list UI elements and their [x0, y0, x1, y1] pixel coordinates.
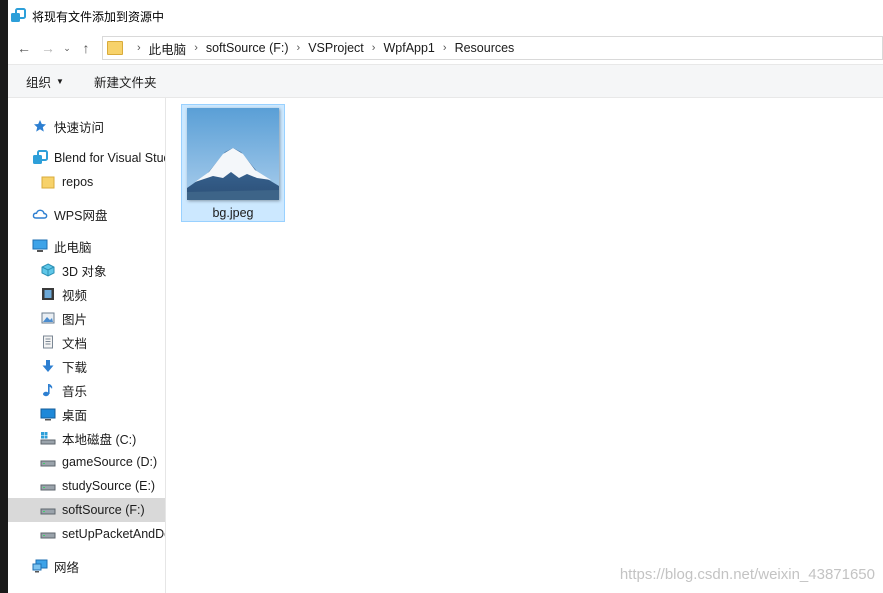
navigation-pane[interactable]: 快速访问 Blend for Visual Studio repos WPS网盘 — [8, 98, 166, 593]
sidebar-item-label: 下载 — [62, 360, 88, 375]
music-icon — [40, 382, 56, 398]
sidebar-item-label: repos — [62, 175, 94, 189]
sidebar-item-documents[interactable]: 文档 — [8, 330, 165, 354]
chevron-right-icon: › — [296, 42, 301, 54]
title-bar: 将现有文件添加到资源中 — [8, 0, 883, 32]
app-icon — [10, 8, 26, 24]
breadcrumb-item[interactable]: softSource (F:) — [206, 41, 289, 55]
sidebar-item-blend[interactable]: Blend for Visual Studio — [8, 146, 165, 170]
picture-icon — [40, 310, 56, 326]
sidebar-item-drive-f[interactable]: softSource (F:) — [8, 498, 165, 522]
folder-icon — [107, 41, 123, 55]
forward-button[interactable]: → — [36, 36, 60, 60]
computer-icon — [32, 238, 48, 254]
sidebar-item-music[interactable]: 音乐 — [8, 378, 165, 402]
sidebar-item-repos[interactable]: repos — [8, 170, 165, 194]
sidebar-item-label: gameSource (D:) — [62, 455, 158, 469]
up-button[interactable]: ↑ — [74, 36, 98, 60]
sidebar-item-label: 此电脑 — [54, 240, 92, 255]
sidebar-item-label: 音乐 — [62, 384, 88, 399]
file-list-pane[interactable]: bg.jpeg https://blog.csdn.net/weixin_438… — [166, 98, 883, 593]
organize-button[interactable]: 组织 ▼ — [26, 72, 64, 91]
system-drive-icon — [40, 430, 56, 446]
sidebar-item-quick-access[interactable]: 快速访问 — [8, 114, 165, 138]
download-icon — [40, 358, 56, 374]
drive-icon — [40, 502, 56, 518]
sidebar-item-label: 快速访问 — [54, 120, 105, 135]
desktop-icon — [40, 406, 56, 422]
sidebar-item-label: 网络 — [54, 560, 80, 575]
sidebar-item-label: 视频 — [62, 288, 88, 303]
sidebar-item-label: setUpPacketAndDocument (G:) — [62, 527, 165, 541]
document-icon — [40, 334, 56, 350]
video-icon — [40, 286, 56, 302]
chevron-right-icon: › — [194, 42, 198, 54]
navigation-bar: ← → ⌄ ↑ › 此电脑 › softSource (F:) › VSProj… — [8, 32, 883, 64]
back-button[interactable]: ← — [12, 36, 36, 60]
sidebar-item-3d-objects[interactable]: 3D 对象 — [8, 258, 165, 282]
window-title: 将现有文件添加到资源中 — [32, 9, 165, 24]
chevron-right-icon: › — [371, 42, 376, 54]
network-icon — [32, 558, 48, 574]
caret-down-icon: ▼ — [56, 76, 64, 86]
breadcrumb-item[interactable]: WpfApp1 — [383, 41, 434, 55]
file-name: bg.jpeg — [212, 206, 254, 220]
sidebar-item-drive-c[interactable]: 本地磁盘 (C:) — [8, 426, 165, 450]
star-icon — [32, 118, 48, 134]
recent-locations-button[interactable]: ⌄ — [60, 36, 74, 60]
cube-icon — [40, 262, 56, 278]
sidebar-item-label: 3D 对象 — [62, 264, 107, 279]
sidebar-item-label: studySource (E:) — [62, 479, 156, 493]
sidebar-item-label: 本地磁盘 (C:) — [62, 432, 137, 447]
sidebar-item-drive-e[interactable]: studySource (E:) — [8, 474, 165, 498]
address-bar[interactable]: › 此电脑 › softSource (F:) › VSProject › Wp… — [102, 36, 883, 60]
file-item[interactable]: bg.jpeg — [181, 104, 285, 222]
folder-icon — [40, 174, 56, 190]
sidebar-item-desktop[interactable]: 桌面 — [8, 402, 165, 426]
command-bar: 组织 ▼ 新建文件夹 — [8, 64, 883, 98]
sidebar-item-drive-g[interactable]: setUpPacketAndDocument (G:) — [8, 522, 165, 546]
sidebar-item-label: 图片 — [62, 312, 88, 327]
file-dialog-window: 将现有文件添加到资源中 ← → ⌄ ↑ › 此电脑 › softSource (… — [8, 0, 883, 593]
breadcrumb-item[interactable]: 此电脑 — [149, 39, 187, 58]
watermark: https://blog.csdn.net/weixin_43871650 — [619, 566, 875, 583]
sidebar-item-downloads[interactable]: 下载 — [8, 354, 165, 378]
cloud-icon — [32, 206, 48, 222]
sidebar-item-videos[interactable]: 视频 — [8, 282, 165, 306]
chevron-right-icon: › — [137, 42, 141, 54]
image-thumbnail — [187, 108, 279, 200]
blend-icon — [32, 150, 48, 166]
sidebar-item-label: 文档 — [62, 336, 88, 351]
dialog-body: 快速访问 Blend for Visual Studio repos WPS网盘 — [8, 98, 883, 593]
breadcrumb-item[interactable]: Resources — [455, 41, 515, 55]
sidebar-item-this-pc[interactable]: 此电脑 — [8, 234, 165, 258]
sidebar-item-label: 桌面 — [62, 408, 88, 423]
sidebar-item-drive-d[interactable]: gameSource (D:) — [8, 450, 165, 474]
sidebar-item-wps-cloud[interactable]: WPS网盘 — [8, 202, 165, 226]
sidebar-item-label: Blend for Visual Studio — [54, 151, 165, 165]
sidebar-item-network[interactable]: 网络 — [8, 554, 165, 578]
drive-icon — [40, 526, 56, 542]
organize-label: 组织 — [26, 75, 52, 90]
drive-icon — [40, 454, 56, 470]
chevron-right-icon: › — [442, 42, 447, 54]
sidebar-item-label: WPS网盘 — [54, 208, 108, 223]
sidebar-item-pictures[interactable]: 图片 — [8, 306, 165, 330]
drive-icon — [40, 478, 56, 494]
breadcrumb-item[interactable]: VSProject — [308, 41, 364, 55]
new-folder-button[interactable]: 新建文件夹 — [94, 72, 157, 91]
sidebar-item-label: softSource (F:) — [62, 503, 145, 517]
